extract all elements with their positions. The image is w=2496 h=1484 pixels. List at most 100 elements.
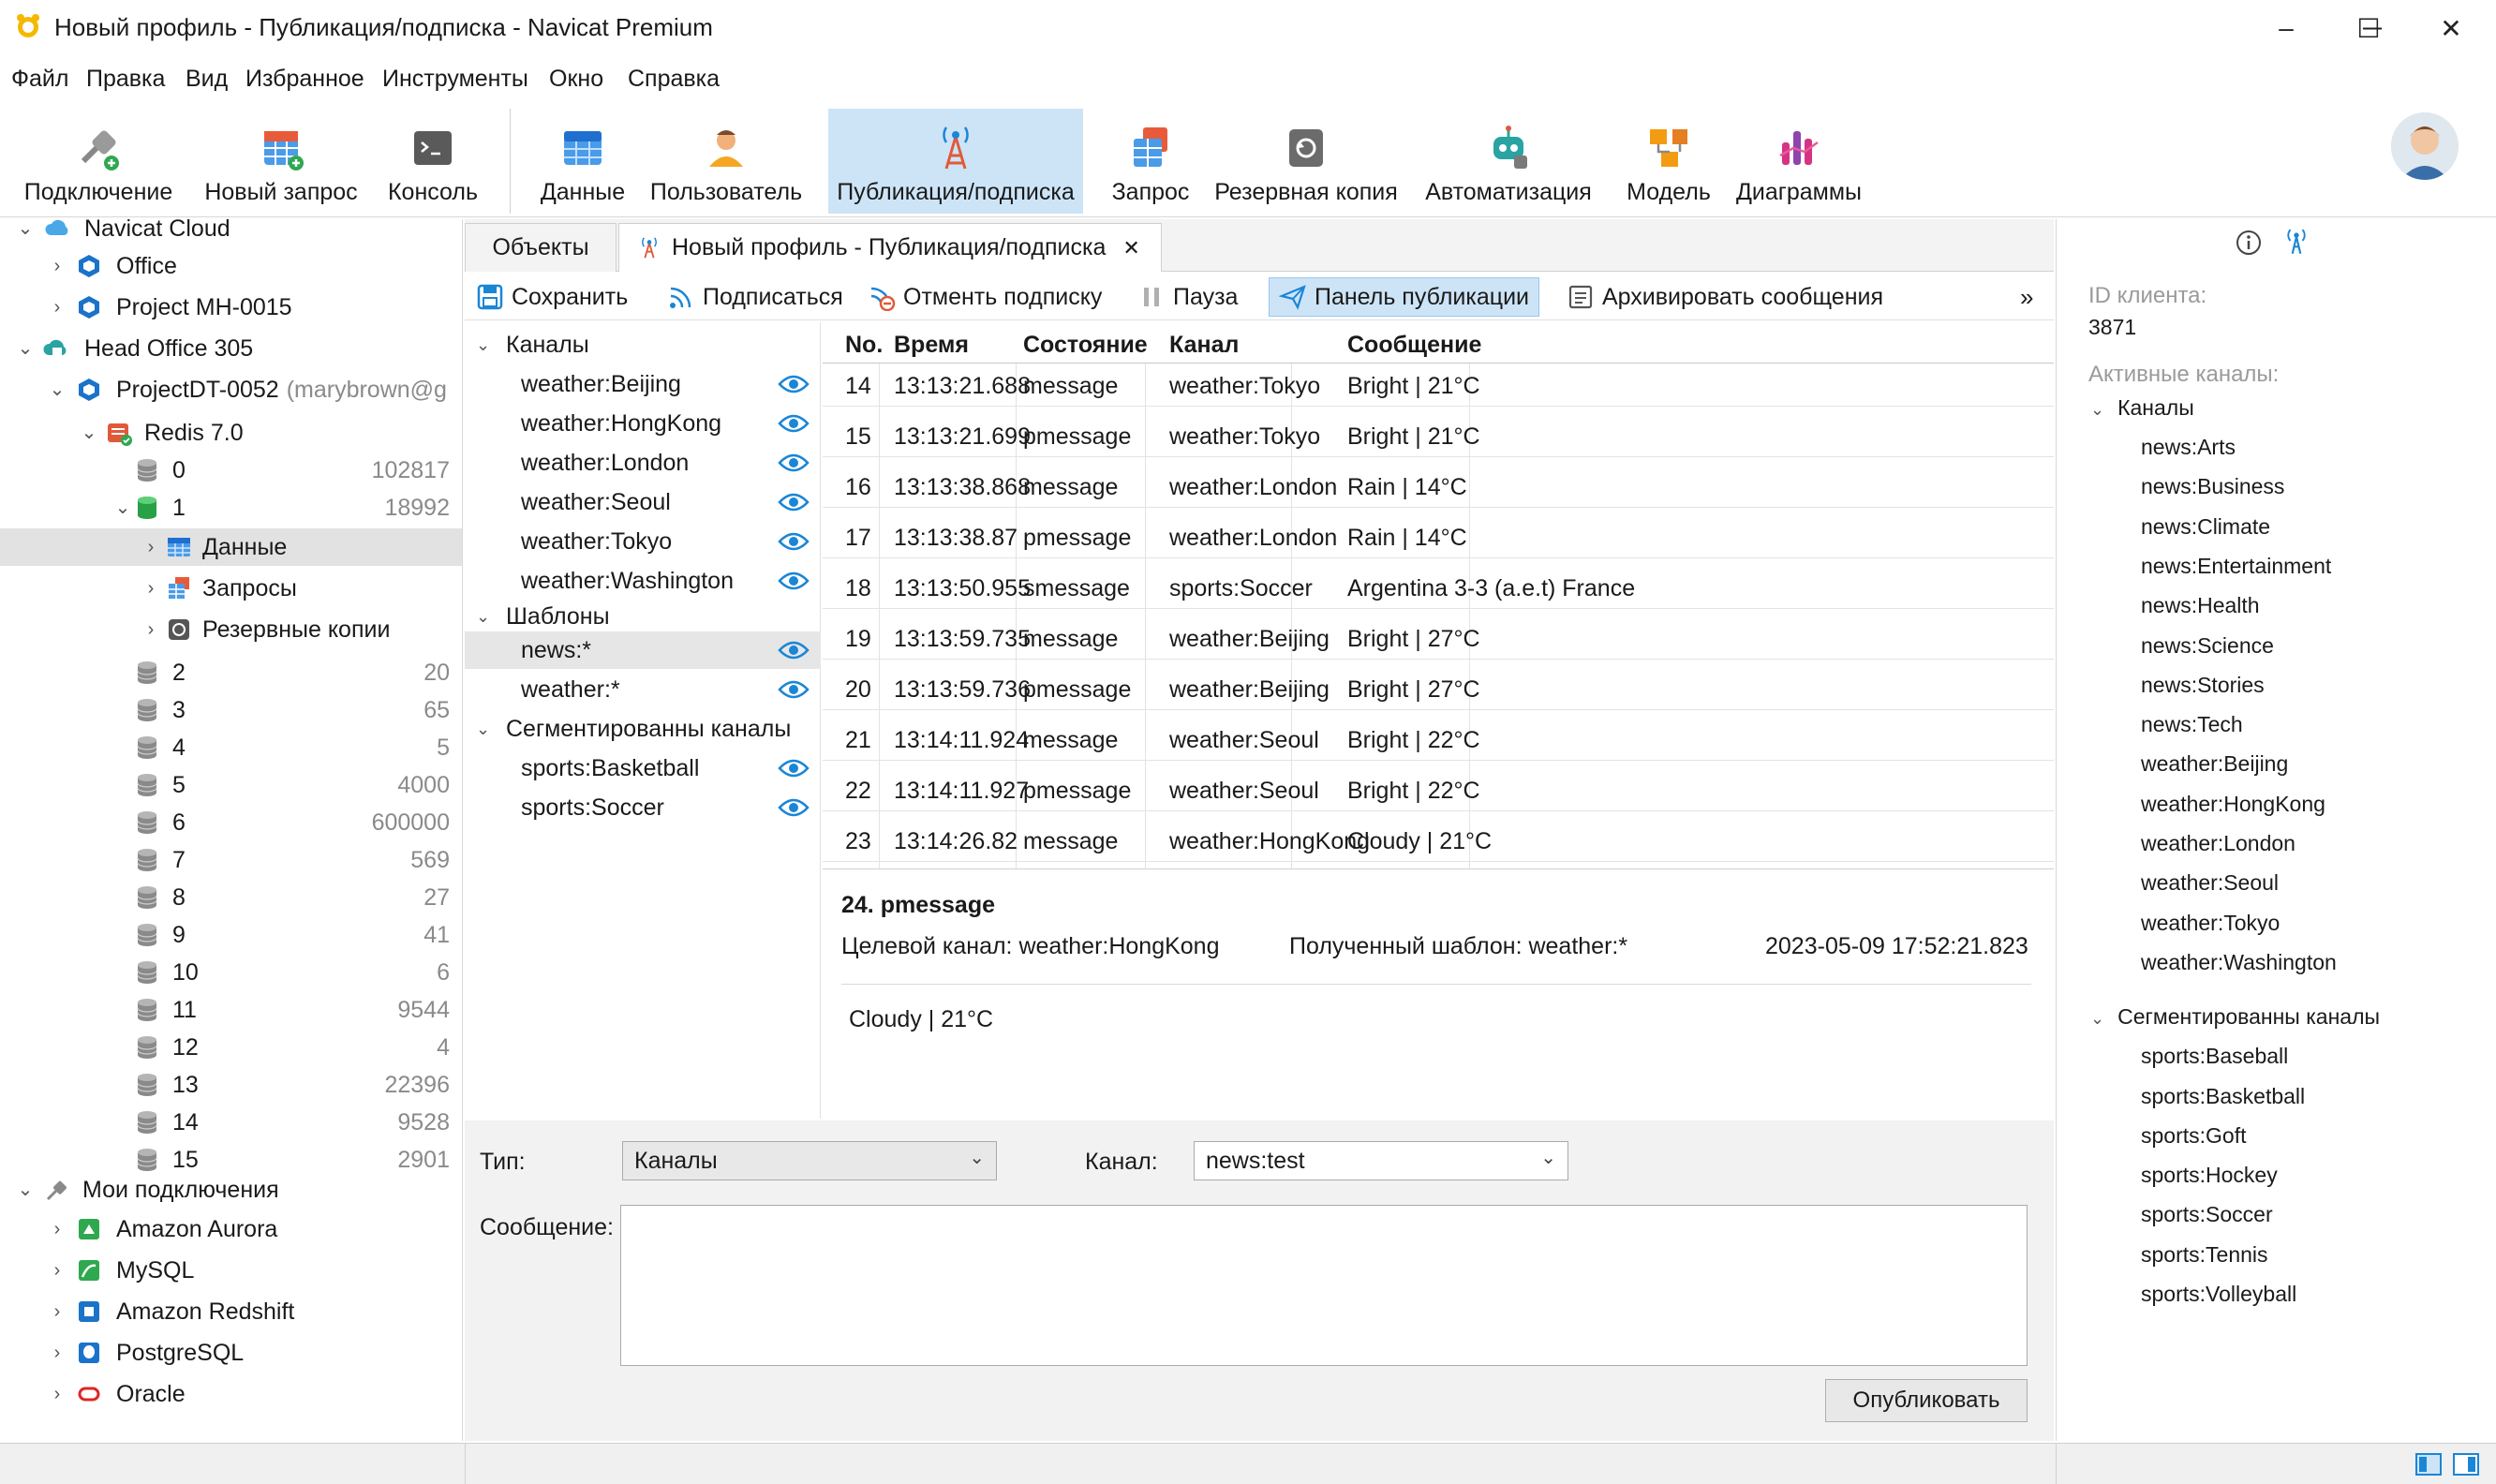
eye-icon[interactable] [778, 530, 810, 553]
model-button[interactable]: Модель [1617, 109, 1720, 214]
backup-button[interactable]: Резервная копия [1212, 109, 1400, 214]
chevron-down-icon[interactable]: ⌄ [15, 219, 36, 239]
chevron-right-icon[interactable]: › [47, 1343, 67, 1363]
menu-file[interactable]: Файл [11, 66, 68, 93]
column-header[interactable]: Канал [1169, 332, 1239, 359]
table-row[interactable]: 15 13:13:21.699 pmessage weather:Tokyo Brigh… [823, 414, 2054, 457]
table-row[interactable]: 18 13:13:50.955 smessage sports:Soccer Argen… [823, 566, 2054, 609]
chevron-down-icon[interactable]: ⌄ [15, 1180, 36, 1200]
chevron-right-icon[interactable]: › [47, 256, 67, 276]
info-sharded-group[interactable]: ⌄ Сегментированны каналы [2090, 1004, 2380, 1030]
channel-item[interactable]: weather:Seoul [465, 483, 821, 521]
charts-button[interactable]: Диаграммы [1731, 109, 1866, 214]
tree-conn-0[interactable]: › Amazon Aurora [0, 1210, 462, 1248]
channel-item[interactable]: weather:Tokyo [465, 523, 821, 560]
more-actions-button[interactable]: » [2020, 277, 2033, 317]
chevron-right-icon[interactable]: › [47, 1384, 67, 1404]
tree-redis[interactable]: ⌄ Redis 7.0 [0, 414, 462, 452]
tree-db-6[interactable]: 6 600000 [0, 804, 462, 841]
tree-data[interactable]: › Данные [0, 528, 462, 566]
chevron-right-icon[interactable]: › [47, 1219, 67, 1239]
eye-icon[interactable] [778, 491, 810, 513]
chevron-right-icon[interactable]: › [141, 578, 161, 599]
close-tab-icon[interactable]: ✕ [1122, 236, 1139, 260]
layout-right-icon[interactable] [2453, 1453, 2479, 1476]
antenna-icon[interactable] [2281, 227, 2311, 257]
tree-project-mh[interactable]: › Project MH-0015 [0, 289, 462, 326]
eye-icon[interactable] [778, 796, 810, 819]
tree-db-0[interactable]: 0 102817 [0, 452, 462, 489]
tree-db-14[interactable]: 14 9528 [0, 1104, 462, 1141]
menu-edit[interactable]: Правка [86, 66, 165, 93]
close-window-button[interactable]: ✕ [2410, 0, 2492, 56]
tree-project-dt[interactable]: ⌄ ProjectDT-0052 (marybrown@g [0, 371, 462, 408]
channel-item[interactable]: weather:HongKong [465, 405, 821, 442]
table-row[interactable]: 14 13:13:21.688 message weather:Tokyo Bright… [823, 364, 2054, 407]
unsubscribe-button[interactable]: Отменть подписку [868, 277, 1102, 317]
chevron-down-icon[interactable]: ⌄ [476, 607, 490, 627]
minimize-icon-button[interactable]: – [2245, 0, 2327, 56]
channel-item[interactable]: weather:Washington [465, 562, 821, 600]
column-header[interactable]: Сообщение [1347, 332, 1481, 359]
menu-window[interactable]: Окно [549, 66, 603, 93]
tree-db-13[interactable]: 13 22396 [0, 1066, 462, 1104]
data-button[interactable]: Данные [527, 109, 639, 214]
chevron-down-icon[interactable]: ⌄ [47, 379, 67, 400]
tree-backups[interactable]: › Резервные копии [0, 611, 462, 648]
table-row[interactable]: 22 13:14:11.927 pmessage weather:Seoul Brigh… [823, 768, 2054, 811]
tree-head-office[interactable]: ⌄ Head Office 305 [0, 330, 462, 367]
tree-db-10[interactable]: 10 6 [0, 954, 462, 991]
channels-group[interactable]: ⌄ Каналы [465, 326, 821, 364]
tree-db-4[interactable]: 45 [0, 729, 462, 766]
column-header[interactable]: No. [845, 332, 883, 359]
table-row[interactable]: 20 13:13:59.736 pmessage weather:Beijing Bri… [823, 667, 2054, 710]
publish-panel-button[interactable]: Панель публикации [1269, 277, 1540, 317]
channel-item[interactable]: weather:London [465, 444, 821, 482]
sharded-channels-group[interactable]: ⌄ Сегментированны каналы [465, 710, 821, 748]
chevron-down-icon[interactable]: ⌄ [476, 335, 490, 355]
menu-favorites[interactable]: Избранное [245, 66, 364, 93]
patterns-group[interactable]: ⌄ Шаблоны [465, 598, 821, 635]
table-row[interactable]: 16 13:13:38.868 message weather:London Rain … [823, 465, 2054, 508]
chevron-down-icon[interactable]: ⌄ [79, 423, 99, 443]
chevron-right-icon[interactable]: › [141, 537, 161, 557]
chevron-right-icon[interactable]: › [47, 1260, 67, 1281]
layout-left-icon[interactable] [2415, 1453, 2442, 1476]
channel-item[interactable]: news:* [465, 631, 821, 669]
tab-objects[interactable]: Объекты [465, 223, 617, 272]
tree-my-connections[interactable]: ⌄ Мои подключения [0, 1171, 462, 1209]
tree-db-9[interactable]: 9 41 [0, 916, 462, 954]
automation-button[interactable]: Автоматизация [1413, 109, 1604, 214]
new-query-button[interactable]: Новый запрос [199, 109, 364, 214]
connection-button[interactable]: Подключение [9, 109, 187, 214]
eye-icon[interactable] [778, 373, 810, 395]
query-button[interactable]: Запрос [1102, 109, 1199, 214]
chevron-down-icon[interactable]: ⌄ [476, 720, 490, 739]
pubsub-button[interactable]: Публикация/подписка [828, 109, 1083, 214]
console-button[interactable]: Консоль [375, 109, 491, 214]
column-header[interactable]: Состояние [1023, 332, 1148, 359]
archive-button[interactable]: Архивировать сообщения [1567, 277, 1883, 317]
eye-icon[interactable] [778, 452, 810, 474]
tree-conn-2[interactable]: › Amazon Redshift [0, 1293, 462, 1330]
channel-select[interactable]: news:test ⌄ [1194, 1141, 1568, 1180]
tree-db-2[interactable]: 2 20 [0, 654, 462, 691]
type-select[interactable]: Каналы ⌄ [622, 1141, 997, 1180]
tree-db-8[interactable]: 8 27 [0, 879, 462, 916]
eye-icon[interactable] [778, 412, 810, 435]
tree-navicat-cloud[interactable]: ⌄ Navicat Cloud [0, 219, 462, 247]
eye-icon[interactable] [778, 639, 810, 661]
table-row[interactable]: 17 13:13:38.87 pmessage weather:London Rain … [823, 515, 2054, 558]
pause-button[interactable]: Пауза [1137, 277, 1238, 317]
channel-item[interactable]: weather:* [465, 671, 821, 708]
tree-conn-3[interactable]: › PostgreSQL [0, 1334, 462, 1372]
menu-tools[interactable]: Инструменты [382, 66, 528, 93]
tree-db-12[interactable]: 12 4 [0, 1029, 462, 1066]
tree-db-3[interactable]: 3 65 [0, 691, 462, 729]
channel-item[interactable]: weather:Beijing [465, 365, 821, 403]
menu-view[interactable]: Вид [186, 66, 228, 93]
chevron-down-icon[interactable]: ⌄ [112, 497, 133, 518]
tab-pubsub-profile[interactable]: Новый профиль - Публикация/подписка ✕ [618, 223, 1162, 272]
menu-help[interactable]: Справка [628, 66, 720, 93]
tree-conn-1[interactable]: › MySQL [0, 1252, 462, 1289]
